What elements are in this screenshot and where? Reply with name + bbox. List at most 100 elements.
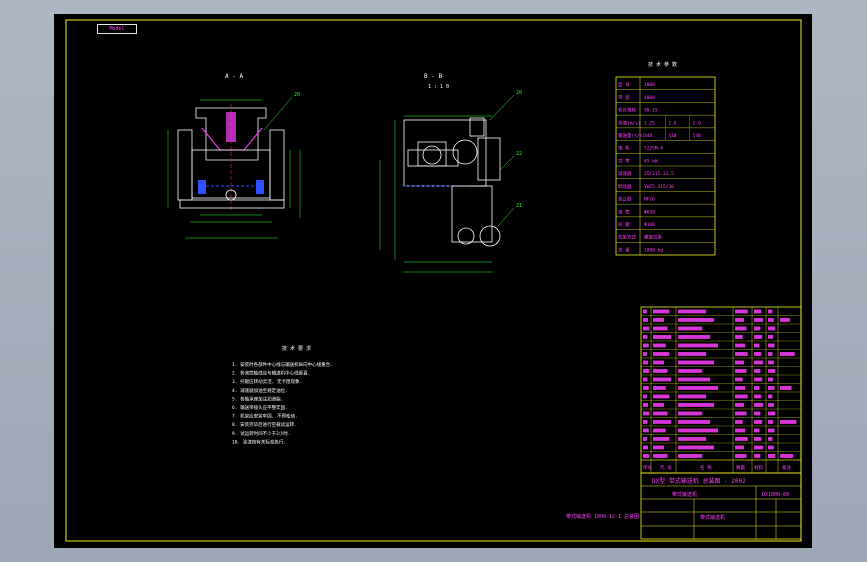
bom-cell (678, 454, 703, 458)
side-view: B - B 1 : 1 0 20 22 21 (379, 73, 522, 273)
spec-row-value: 1.6 (668, 120, 676, 126)
spec-row-label: 总 重 (618, 246, 630, 253)
bom-cell (643, 454, 650, 458)
bom-cell (768, 377, 774, 382)
bom-cell (735, 445, 744, 450)
bom-cell (678, 420, 711, 424)
bom-cell (643, 403, 649, 407)
bom-cell (735, 420, 743, 424)
spec-row-label: 输送量(t/h) (618, 132, 645, 139)
bom-cell (780, 420, 797, 424)
bom-cell (754, 360, 764, 365)
bom-header-cell: 材料 (754, 464, 763, 471)
note-line: 1. 安装时各部件中心线与输送机纵向中心线重合. (232, 361, 333, 368)
bom-cell (754, 343, 760, 348)
bom-cell (643, 394, 647, 399)
spec-table-title: 技 术 参 数 (648, 61, 677, 68)
bom-cell (678, 352, 707, 356)
spec-row-label: 滚 筒 (618, 208, 630, 215)
bom-cell (754, 377, 763, 382)
title-project-2: 带式输送机 (700, 514, 725, 521)
bom-cell (754, 454, 761, 458)
bom-cell (768, 318, 774, 322)
bom-cell (643, 343, 649, 348)
bom-cell (735, 326, 747, 331)
drawing-sheet: A - A 20 B - B 1 : 1 0 20 22 21 技 术 参 数 … (65, 19, 802, 542)
bom-cell (768, 360, 774, 365)
bom-cell (780, 318, 790, 322)
spec-row-value: 2.0 (693, 120, 701, 126)
bom-cell (653, 309, 670, 314)
spec-table: 技 术 参 数 型 号 1000带 宽 4000机长规格 90-15带速(m/s) 1.… (615, 61, 716, 256)
bom-cell (735, 403, 744, 407)
bom-cell (768, 343, 775, 348)
bom-cell (780, 352, 795, 356)
spec-row-value: 90-15 (644, 108, 658, 114)
note-line: 2. 各滚筒轴线应与输送机中心线垂直. (232, 370, 310, 377)
bom-cell (678, 335, 711, 339)
bom-cell (653, 428, 666, 433)
bom-cell (678, 394, 707, 399)
bom-cell (754, 369, 761, 373)
bom-header-cell: 备注 (782, 464, 791, 471)
bom-cell (735, 394, 748, 399)
bom-cell (754, 394, 762, 399)
bom-cell (653, 352, 670, 356)
note-line: 5. 各轴承座加注润滑脂. (232, 395, 283, 402)
bom-cell (643, 335, 648, 339)
title-company: DX型 带式输送机 总装图 - 2002 (652, 477, 746, 485)
spec-row-value: NF20 (644, 197, 655, 203)
bom-cell (653, 386, 666, 390)
bom-header-cell: 数量 (736, 464, 745, 471)
bom-cell (735, 309, 748, 314)
callout-20: 20 (294, 92, 300, 98)
bom-cell (754, 437, 762, 441)
bom-cell (653, 454, 668, 458)
bom-cell (643, 445, 649, 450)
bom-cell (643, 352, 647, 356)
bom-cell (768, 445, 774, 450)
spec-row-value: Φ630 (644, 209, 655, 215)
spec-row-value: Φ108 (644, 222, 655, 228)
bom-cell (653, 394, 670, 399)
spec-row-label: 型 号 (618, 81, 630, 88)
title-block: DX型 带式输送机 总装图 - 2002 带式输送机 DX1000-00 带式输… (640, 472, 802, 540)
spec-row-value: 1800 kg (644, 247, 663, 253)
bom-cell (678, 326, 703, 331)
bom-cell (735, 454, 747, 458)
spec-row-value: 45 kW (644, 158, 658, 164)
bom-cell (780, 454, 794, 458)
bom-cell (768, 326, 776, 331)
bom-cell (653, 318, 664, 322)
bom-cell (678, 343, 719, 348)
bom-cell (754, 411, 761, 416)
bom-cell (754, 445, 764, 450)
note-line: 9. 试运转时间不少于2小时. (232, 430, 291, 437)
front-view-label: A - A (225, 73, 243, 80)
bom-cell (643, 369, 650, 373)
note-line: 8. 安装完毕后进行空载试运转. (232, 421, 297, 428)
bom-cell (768, 394, 773, 399)
spec-row-label: 拉紧方式 (618, 234, 636, 241)
note-line: 10. 涂漆按有关标准执行. (232, 438, 286, 445)
bom-cell (678, 369, 703, 373)
spec-row-value: 1.25 (644, 120, 655, 126)
bom-cell (768, 352, 773, 356)
bom-cell (735, 352, 748, 356)
bom-cell (678, 445, 715, 450)
bom-cell (754, 386, 760, 390)
bom-cell (780, 386, 792, 390)
spec-row-value: 1000 (644, 82, 655, 88)
bom-cell (735, 386, 746, 390)
spec-row-value: 540 (693, 133, 701, 139)
bom-cell (653, 335, 672, 339)
bom-cell (768, 411, 776, 416)
bom-cell (678, 377, 711, 382)
note-line: 6. 输送带接头应平整牢固. (232, 404, 288, 411)
notes-title: 技 术 要 求 (282, 345, 311, 352)
bom-cell (768, 437, 773, 441)
spec-row-label: 托 辊 (618, 221, 630, 228)
bom-cell (754, 428, 760, 433)
bom-cell (678, 309, 707, 314)
bom-cell (643, 318, 649, 322)
